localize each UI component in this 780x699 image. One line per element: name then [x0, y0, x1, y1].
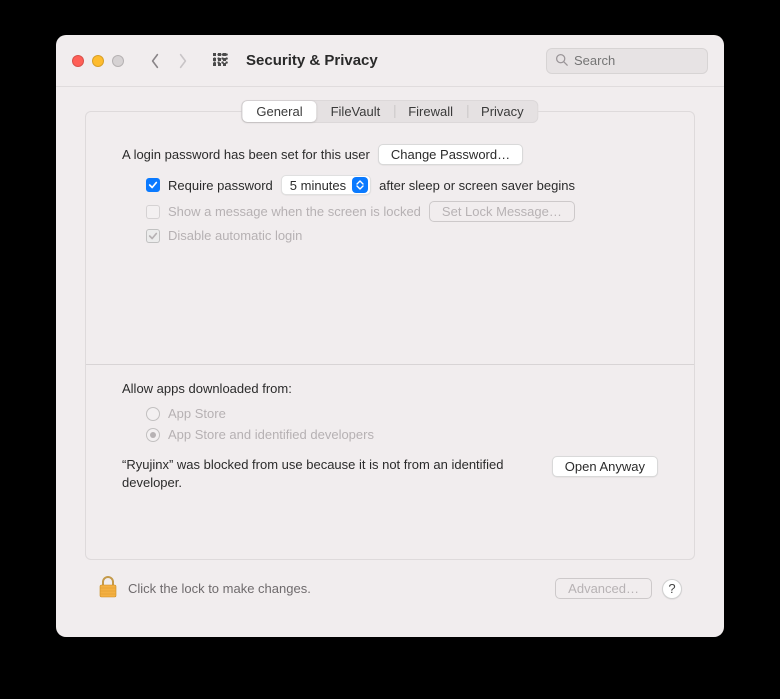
minimize-window-button[interactable] — [92, 55, 104, 67]
select-stepper-icon — [352, 177, 368, 193]
allow-heading: Allow apps downloaded from: — [122, 381, 658, 396]
allow-appstore-label: App Store — [168, 406, 226, 421]
allow-identified-label: App Store and identified developers — [168, 427, 374, 442]
allow-section: Allow apps downloaded from: App Store Ap… — [86, 365, 694, 491]
search-field[interactable] — [546, 48, 708, 74]
allow-identified-radio — [146, 428, 160, 442]
tab-bar: General FileVault Firewall Privacy — [241, 100, 538, 123]
open-anyway-button[interactable]: Open Anyway — [552, 456, 658, 477]
show-message-checkbox — [146, 205, 160, 219]
back-button[interactable] — [142, 50, 168, 72]
disable-auto-login-label: Disable automatic login — [168, 228, 302, 243]
disable-auto-login-checkbox — [146, 229, 160, 243]
require-password-label-pre: Require password — [168, 178, 273, 193]
toolbar: Security & Privacy — [56, 35, 724, 87]
require-password-delay-select[interactable]: 5 minutes — [281, 175, 371, 195]
show-message-label: Show a message when the screen is locked — [168, 204, 421, 219]
tab-privacy[interactable]: Privacy — [467, 101, 538, 122]
tab-firewall[interactable]: Firewall — [394, 101, 467, 122]
login-password-heading: A login password has been set for this u… — [122, 147, 370, 162]
zoom-window-button — [112, 55, 124, 67]
main-panel: General FileVault Firewall Privacy A log… — [85, 111, 695, 560]
forward-button — [170, 50, 196, 72]
footer: Click the lock to make changes. Advanced… — [74, 560, 706, 618]
search-input[interactable] — [574, 53, 699, 68]
advanced-button: Advanced… — [555, 578, 652, 599]
blocked-app-message: “Ryujinx” was blocked from use because i… — [122, 456, 536, 491]
tab-general[interactable]: General — [242, 101, 316, 122]
tab-filevault[interactable]: FileVault — [317, 101, 395, 122]
set-lock-message-button: Set Lock Message… — [429, 201, 575, 222]
require-password-delay-value: 5 minutes — [290, 178, 346, 193]
content: General FileVault Firewall Privacy A log… — [56, 87, 724, 637]
nav-buttons — [142, 50, 196, 72]
page-title: Security & Privacy — [246, 52, 378, 69]
help-button[interactable]: ? — [662, 579, 682, 599]
close-window-button[interactable] — [72, 55, 84, 67]
allow-appstore-radio — [146, 407, 160, 421]
require-password-checkbox[interactable] — [146, 178, 160, 192]
lock-hint-text: Click the lock to make changes. — [128, 581, 311, 596]
lock-icon[interactable] — [98, 575, 118, 602]
require-password-label-post: after sleep or screen saver begins — [379, 178, 575, 193]
show-all-icon[interactable] — [210, 50, 232, 72]
window-controls — [72, 55, 124, 67]
prefs-window: Security & Privacy General FileVault Fir… — [56, 35, 724, 637]
search-icon — [555, 53, 568, 69]
change-password-button[interactable]: Change Password… — [378, 144, 523, 165]
login-section: A login password has been set for this u… — [86, 112, 694, 243]
